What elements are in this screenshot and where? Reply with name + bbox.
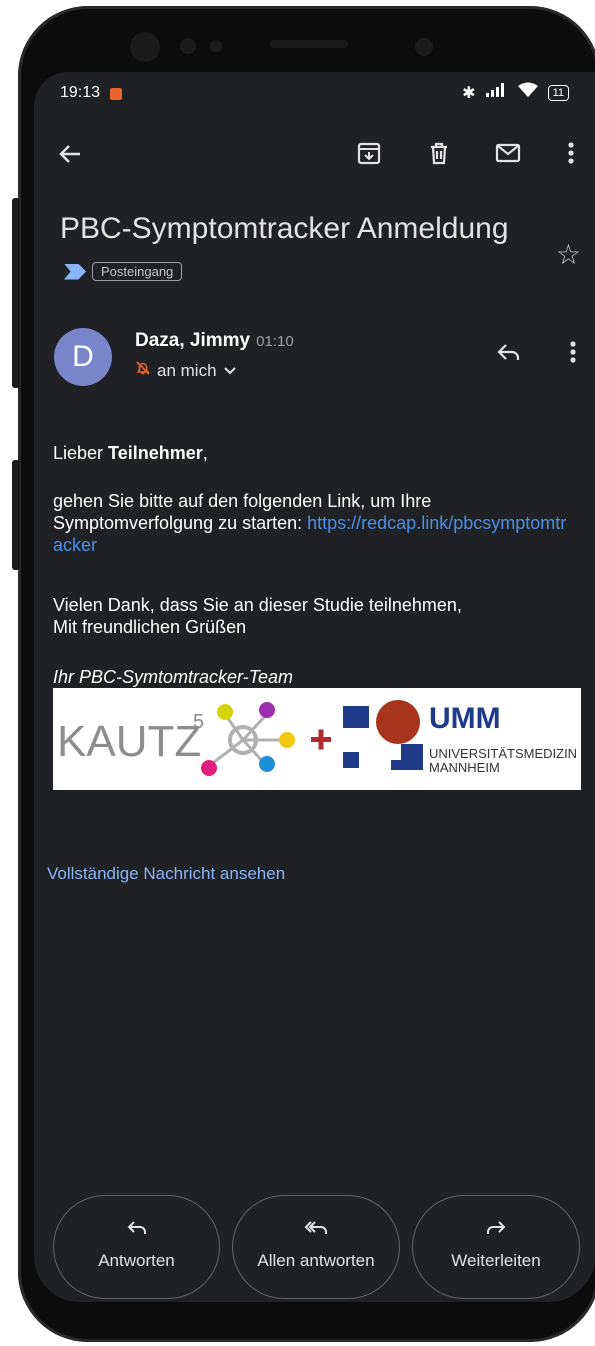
logo-umm-line1: UNIVERSITÄTSMEDIZIN [429, 746, 577, 761]
reply-icon[interactable] [496, 340, 522, 371]
avatar[interactable]: D [54, 328, 112, 386]
archive-icon[interactable] [356, 140, 382, 172]
proximity-sensor [415, 38, 433, 56]
sensor [180, 38, 196, 54]
label-row: Posteingang [64, 262, 183, 281]
message-more-icon[interactable] [567, 340, 579, 371]
screen: 19:13 ✱ 11 PBC-Symptomtracker Anmeldung … [34, 72, 595, 1302]
sender-name: Daza, Jimmy [135, 330, 251, 351]
star-icon[interactable]: ☆ [556, 238, 581, 271]
signal-icon [485, 83, 508, 102]
email-subject: PBC-Symptomtracker Anmeldung [60, 212, 509, 245]
earpiece-speaker [270, 40, 348, 48]
wifi-icon [517, 82, 538, 103]
bell-off-icon [135, 360, 151, 381]
forward-button-label: Weiterleiten [451, 1251, 541, 1270]
reply-icon [54, 1218, 219, 1243]
sensor [210, 40, 222, 52]
status-time: 19:13 [60, 84, 101, 101]
recipient-label: an mich [157, 360, 217, 380]
logo-umm-line2: MANNHEIM [429, 760, 500, 775]
more-vert-icon[interactable] [562, 140, 580, 172]
front-camera [130, 32, 160, 62]
toolbar [34, 134, 595, 178]
arrow-left-icon[interactable] [56, 140, 84, 174]
inbox-label-chip[interactable]: Posteingang [92, 262, 183, 281]
important-marker-icon[interactable] [64, 263, 86, 280]
greeting-bold: Teilnehmer [108, 443, 203, 463]
reply-all-button[interactable]: Allen antworten [232, 1195, 400, 1299]
greeting-suffix: , [202, 443, 208, 463]
volume-button [12, 198, 20, 388]
reply-button[interactable]: Antworten [53, 1195, 220, 1299]
recipient-dropdown[interactable]: an mich [135, 360, 237, 381]
reply-all-button-label: Allen antworten [257, 1251, 375, 1270]
body-paragraph-2: Vielen Dank, dass Sie an dieser Studie t… [53, 594, 573, 638]
greeting: Lieber Teilnehmer, [53, 442, 573, 464]
notification-icon [110, 88, 122, 100]
logo-kautz-text: KAUTZ [57, 717, 201, 766]
mail-icon[interactable] [494, 140, 522, 172]
body-paragraph-1: gehen Sie bitte auf den folgenden Link, … [53, 490, 573, 556]
forward-icon [413, 1218, 579, 1243]
battery-icon: 11 [547, 84, 569, 101]
power-button [12, 460, 20, 570]
logo-kautz-superscript: 5 [193, 711, 204, 733]
status-bar: 19:13 ✱ 11 [34, 72, 595, 116]
send-time: 01:10 [256, 333, 294, 350]
forward-button[interactable]: Weiterleiten [412, 1195, 580, 1299]
logo-umm-title: UMM [429, 702, 501, 735]
greeting-prefix: Lieber [53, 443, 109, 463]
reply-button-label: Antworten [98, 1251, 175, 1270]
paragraph-2-line-1: Vielen Dank, dass Sie an dieser Studie t… [53, 595, 462, 615]
reply-all-icon [233, 1218, 399, 1243]
trash-icon[interactable] [426, 140, 452, 172]
signature: Ihr PBC-Symtomtracker-Team [53, 667, 294, 687]
paragraph-2-line-2: Mit freundlichen Grüßen [53, 617, 247, 637]
view-full-message-link[interactable]: Vollständige Nachricht ansehen [47, 864, 285, 884]
kautz-umm-logo: KAUTZ 5 UMM UNIVERSITÄTSMEDIZIN MANNHEIM [53, 688, 581, 790]
bluetooth-icon: ✱ [462, 84, 476, 102]
sender-line: Daza, Jimmy 01:10 [135, 330, 294, 352]
chevron-down-icon [223, 361, 237, 381]
